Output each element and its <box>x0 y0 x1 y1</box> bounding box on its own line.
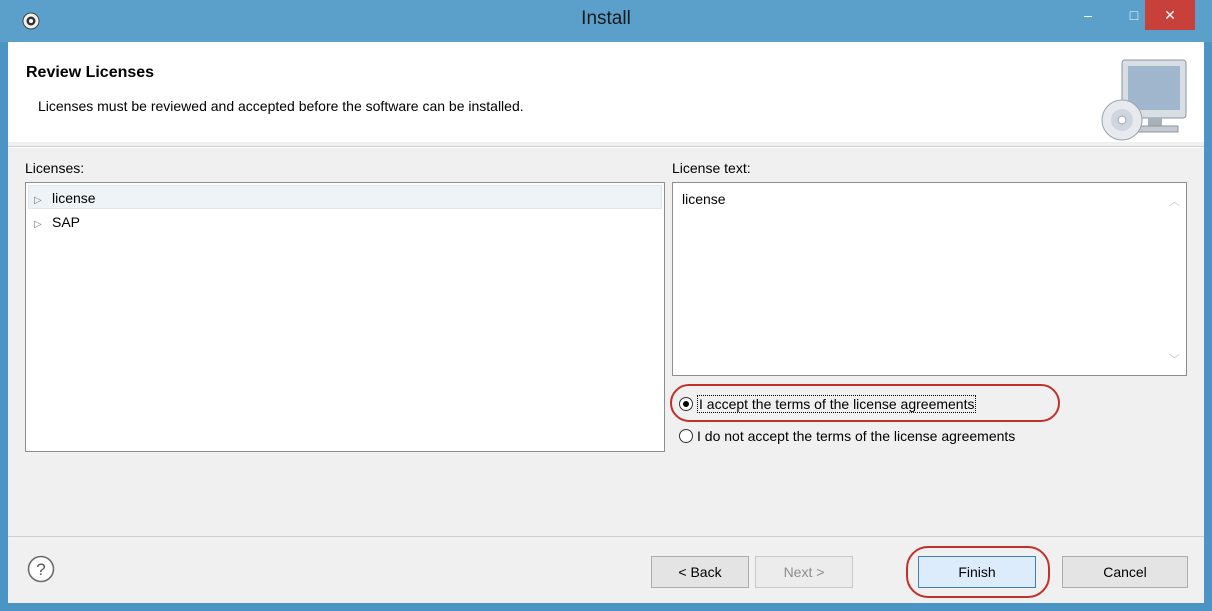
cancel-button[interactable]: Cancel <box>1062 556 1188 588</box>
wizard-header: Review Licenses Licenses must be reviewe… <box>8 42 1204 142</box>
tree-selection-highlight <box>28 185 662 209</box>
svg-text:?: ? <box>36 560 45 579</box>
expand-arrow-icon[interactable]: ▷ <box>34 214 52 236</box>
radio-button-unchecked[interactable] <box>679 429 693 444</box>
license-text-content: license <box>682 191 726 207</box>
close-button[interactable]: ✕ <box>1145 0 1195 30</box>
scroll-down-icon[interactable]: ﹀ <box>1169 351 1180 367</box>
licenses-label: Licenses: <box>25 160 85 176</box>
title-bar[interactable]: Install – □ ✕ <box>0 0 1212 42</box>
expand-arrow-icon[interactable]: ▷ <box>34 190 52 212</box>
finish-button[interactable]: Finish <box>918 556 1036 588</box>
scroll-up-icon[interactable]: ︿ <box>1169 193 1180 209</box>
next-button[interactable]: Next > <box>755 556 853 588</box>
decline-radio[interactable]: I do not accept the terms of the license… <box>679 424 1015 446</box>
tree-item-sap[interactable]: ▷ SAP <box>34 211 80 233</box>
accept-radio[interactable]: I accept the terms of the license agreem… <box>679 392 977 414</box>
back-button[interactable]: < Back <box>651 556 749 588</box>
tree-item-label: license <box>52 190 96 206</box>
page-subtitle: Licenses must be reviewed and accepted b… <box>38 98 524 114</box>
tree-item-license[interactable]: ▷ license <box>34 187 96 209</box>
radio-button-checked[interactable] <box>679 397 693 412</box>
licenses-tree[interactable]: ▷ license ▷ SAP <box>25 182 665 452</box>
footer-separator <box>8 536 1204 537</box>
page-title: Review Licenses <box>26 64 155 81</box>
decline-radio-label[interactable]: I do not accept the terms of the license… <box>697 428 1015 444</box>
license-text-area[interactable]: license ︿ ﹀ <box>672 182 1187 376</box>
header-separator-highlight <box>8 147 1204 148</box>
minimize-button[interactable]: – <box>1065 0 1111 30</box>
computer-cd-icon <box>1101 59 1187 141</box>
license-text-label: License text: <box>672 160 751 176</box>
window-title: Install <box>581 8 631 29</box>
accept-radio-label[interactable]: I accept the terms of the license agreem… <box>697 395 977 414</box>
tree-item-label: SAP <box>52 214 81 230</box>
help-icon[interactable]: ? <box>26 554 56 584</box>
install-window: Install – □ ✕ Review Licenses Licenses m… <box>0 0 1212 611</box>
dialog-client-area: Review Licenses Licenses must be reviewe… <box>8 42 1204 603</box>
